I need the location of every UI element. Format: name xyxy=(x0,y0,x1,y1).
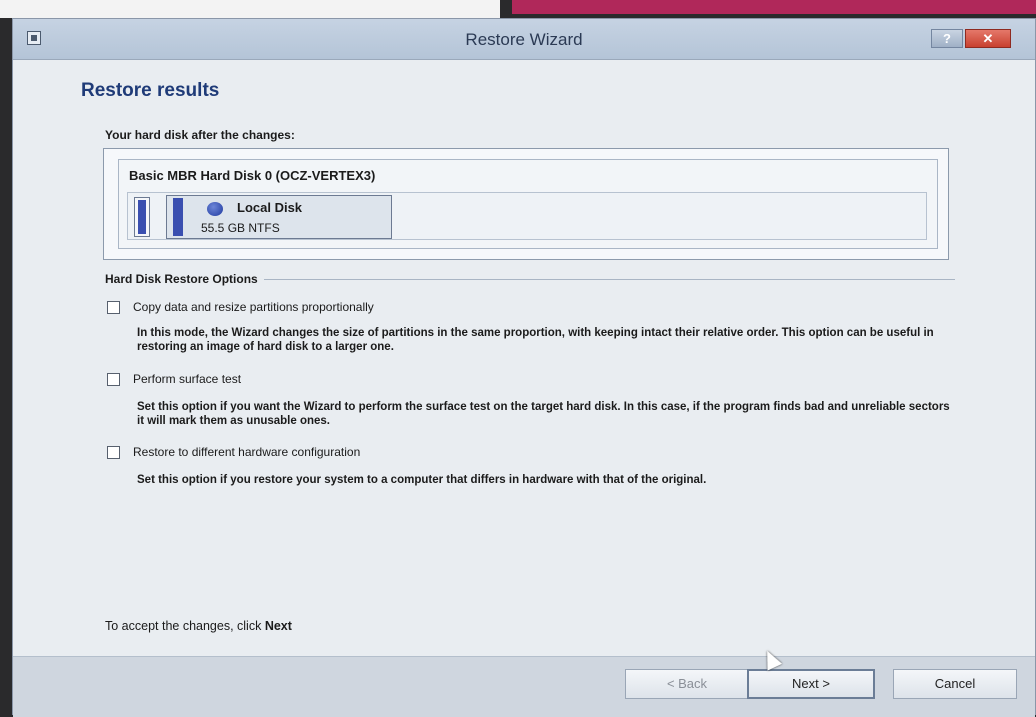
accept-instruction-next: Next xyxy=(264,619,292,633)
restore-wizard-window: Restore Wizard ? ✕ Restore results Your … xyxy=(12,18,1036,717)
button-bar: < Back Next > Cancel xyxy=(13,656,1035,717)
different-hardware-label[interactable]: Restore to different hardware configurat… xyxy=(133,445,360,459)
back-button[interactable]: < Back xyxy=(625,669,749,699)
system-partition[interactable] xyxy=(134,197,150,237)
background-window-edge-pink xyxy=(512,0,1036,14)
surface-test-checkbox[interactable] xyxy=(107,373,120,386)
partition-name: Local Disk xyxy=(237,200,303,215)
disk-map: Basic MBR Hard Disk 0 (OCZ-VERTEX3) Loca… xyxy=(118,159,938,249)
partition-local-disk[interactable]: Local Disk 55.5 GB NTFS xyxy=(166,195,392,239)
different-hardware-description: Set this option if you restore your syst… xyxy=(137,474,707,486)
surface-test-label[interactable]: Perform surface test xyxy=(133,372,241,386)
disk-preview-label: Your hard disk after the changes: xyxy=(105,128,295,142)
wizard-content: Restore results Your hard disk after the… xyxy=(13,60,1035,656)
cancel-button[interactable]: Cancel xyxy=(893,669,1017,699)
accept-instruction: To accept the changes, click Next xyxy=(105,619,292,633)
partition-row: Local Disk 55.5 GB NTFS xyxy=(127,192,927,240)
next-button[interactable]: Next > xyxy=(747,669,875,699)
disk-title: Basic MBR Hard Disk 0 (OCZ-VERTEX3) xyxy=(129,168,376,183)
page-title: Restore results xyxy=(81,80,220,101)
copy-resize-label[interactable]: Copy data and resize partitions proporti… xyxy=(133,300,374,314)
close-button[interactable]: ✕ xyxy=(965,29,1011,48)
copy-resize-description: In this mode, the Wizard changes the siz… xyxy=(137,327,934,353)
title-bar: Restore Wizard ? ✕ xyxy=(13,19,1035,60)
different-hardware-checkbox[interactable] xyxy=(107,446,120,459)
drive-icon xyxy=(207,202,223,216)
help-button[interactable]: ? xyxy=(931,29,963,48)
surface-test-description: Set this option if you want the Wizard t… xyxy=(137,401,950,427)
window-title: Restore Wizard xyxy=(465,30,583,49)
copy-resize-checkbox[interactable] xyxy=(107,301,120,314)
background-window-edge xyxy=(0,0,500,18)
partition-size: 55.5 GB NTFS xyxy=(201,221,280,235)
options-section-label: Hard Disk Restore Options xyxy=(105,272,264,286)
partition-usage-bar xyxy=(173,198,183,236)
disk-preview-panel: Basic MBR Hard Disk 0 (OCZ-VERTEX3) Loca… xyxy=(103,148,949,260)
accept-instruction-text: To accept the changes, click xyxy=(105,619,262,633)
